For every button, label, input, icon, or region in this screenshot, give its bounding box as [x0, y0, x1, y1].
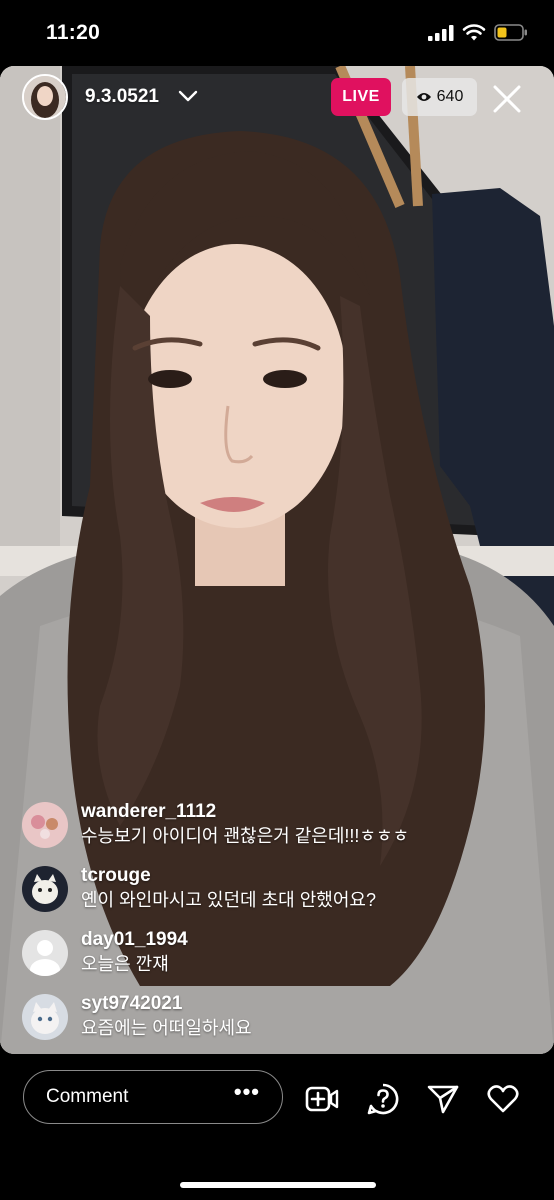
- live-badge: LIVE: [331, 78, 391, 116]
- comment-item: wanderer_1112 수능보기 아이디어 괜찮은거 같은데!!!ㅎㅎㅎ: [22, 800, 532, 864]
- comment-username[interactable]: day01_1994: [81, 928, 188, 952]
- status-icons: [428, 24, 528, 41]
- default-avatar-icon: [22, 930, 68, 976]
- viewer-count-badge[interactable]: 640: [402, 78, 477, 116]
- cellular-signal-icon: [428, 24, 454, 41]
- commenter-avatar-image: [22, 802, 68, 848]
- commenter-avatar-image: [22, 994, 68, 1040]
- host-avatar-image: [24, 76, 66, 118]
- status-bar: 11:20: [0, 0, 554, 66]
- question-icon[interactable]: [366, 1082, 400, 1116]
- more-options-button[interactable]: •••: [234, 1079, 260, 1105]
- comment-item: day01_1994 오늘은 깐쟤: [22, 928, 532, 992]
- home-indicator[interactable]: [180, 1182, 376, 1188]
- close-icon[interactable]: [492, 84, 522, 114]
- comment-text: 오늘은 깐쟤: [81, 954, 169, 974]
- bottom-bar: Comment •••: [0, 1054, 554, 1200]
- comment-placeholder: Comment: [46, 1086, 129, 1107]
- status-time: 11:20: [46, 21, 101, 44]
- send-icon[interactable]: [426, 1082, 460, 1116]
- comment-username[interactable]: tcrouge: [81, 864, 376, 888]
- comment-text: 수능보기 아이디어 괜찮은거 같은데!!!ㅎㅎㅎ: [81, 826, 410, 846]
- add-video-icon[interactable]: [305, 1082, 339, 1116]
- heart-icon[interactable]: [486, 1082, 520, 1116]
- viewer-count: 640: [436, 88, 464, 105]
- comment-item: syt9742021 요즘에는 어떠일하세요: [22, 992, 532, 1054]
- commenter-avatar[interactable]: [22, 994, 68, 1040]
- commenter-avatar[interactable]: [22, 866, 68, 912]
- comment-text: 옌이 와인마시고 있던데 초대 안했어요?: [81, 890, 376, 910]
- host-avatar[interactable]: [22, 74, 68, 120]
- chevron-down-icon[interactable]: [177, 88, 199, 104]
- commenter-avatar-image: [22, 866, 68, 912]
- host-username[interactable]: 9.3.0521: [85, 86, 159, 108]
- comment-username[interactable]: syt9742021: [81, 992, 252, 1016]
- comment-input[interactable]: Comment •••: [23, 1070, 283, 1124]
- comment-text: 요즘에는 어떠일하세요: [81, 1018, 252, 1038]
- wifi-icon: [462, 24, 486, 41]
- battery-icon: [494, 24, 527, 41]
- live-video[interactable]: 9.3.0521 LIVE 640 wanderer_1112 수능보기 아이디…: [0, 66, 554, 1054]
- comment-list: wanderer_1112 수능보기 아이디어 괜찮은거 같은데!!!ㅎㅎㅎ t…: [22, 800, 532, 1054]
- comment-item: tcrouge 옌이 와인마시고 있던데 초대 안했어요?: [22, 864, 532, 928]
- commenter-avatar[interactable]: [22, 930, 68, 976]
- commenter-avatar[interactable]: [22, 802, 68, 848]
- eye-icon: [416, 93, 431, 101]
- comment-username[interactable]: wanderer_1112: [81, 800, 409, 824]
